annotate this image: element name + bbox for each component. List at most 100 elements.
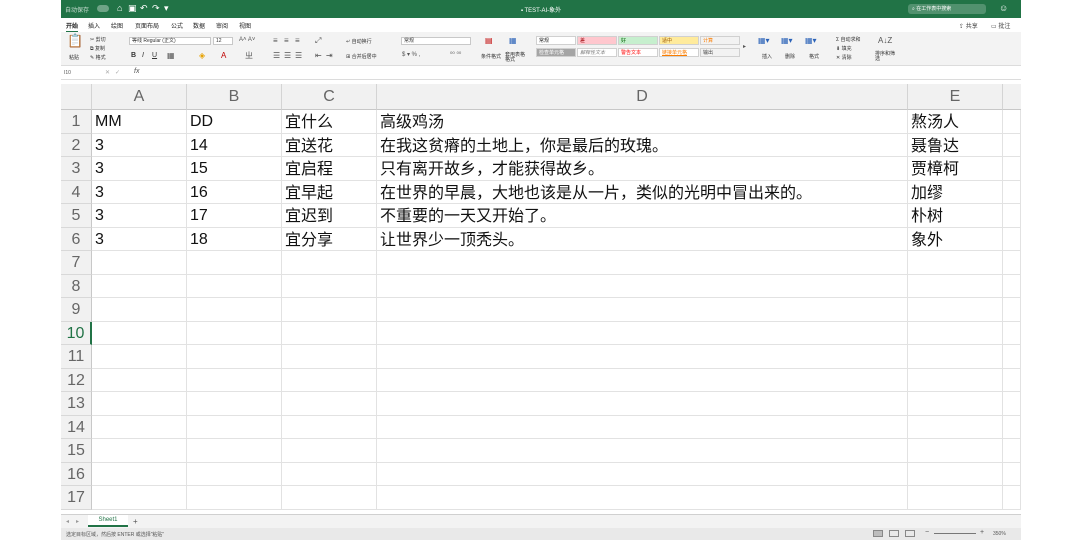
table-cell[interactable] — [282, 298, 377, 322]
tab-insert[interactable]: 插入 — [88, 21, 100, 30]
table-cell[interactable] — [908, 321, 1003, 345]
fill-color-icon[interactable]: ◈ — [199, 51, 205, 60]
cancel-icon[interactable]: ✕ — [105, 69, 110, 76]
table-cell[interactable]: 17 — [187, 204, 282, 228]
comments-button[interactable]: ▭ 批注 — [991, 21, 1010, 30]
style-bad[interactable]: 差 — [577, 36, 617, 45]
table-cell[interactable]: 宜迟到 — [282, 204, 377, 228]
tab-formulas[interactable]: 公式 — [171, 21, 183, 30]
table-cell[interactable] — [282, 486, 377, 510]
table-cell-overflow[interactable] — [1003, 345, 1021, 369]
table-cell[interactable] — [92, 486, 187, 510]
table-cell-overflow[interactable] — [1003, 415, 1021, 439]
table-cell[interactable] — [377, 298, 908, 322]
next-sheet-icon[interactable]: ▸ — [76, 518, 79, 525]
table-cell[interactable]: 不重要的一天又开始了。 — [377, 204, 908, 228]
table-cell[interactable] — [908, 345, 1003, 369]
column-header[interactable]: C — [282, 84, 377, 110]
row-header[interactable]: 9 — [61, 298, 92, 322]
zoom-slider[interactable] — [934, 533, 976, 534]
table-cell[interactable]: 3 — [92, 204, 187, 228]
paste-icon[interactable]: 📋 — [67, 34, 83, 47]
table-cell-overflow[interactable] — [1003, 298, 1021, 322]
table-cell[interactable] — [92, 368, 187, 392]
table-cell-overflow[interactable] — [1003, 227, 1021, 251]
table-cell[interactable] — [377, 345, 908, 369]
merge-center-button[interactable]: ⊞ 合并后居中 — [346, 53, 377, 60]
row-header[interactable]: 12 — [61, 368, 92, 392]
table-cell[interactable] — [282, 392, 377, 416]
grow-font-icon[interactable]: A˄ A˅ — [239, 36, 255, 45]
table-cell[interactable] — [282, 251, 377, 275]
table-cell[interactable] — [377, 439, 908, 463]
table-cell[interactable] — [908, 392, 1003, 416]
sort-filter-label[interactable]: 排序和筛选 — [875, 52, 895, 62]
row-header[interactable]: 16 — [61, 462, 92, 486]
row-header[interactable]: 5 — [61, 204, 92, 228]
table-cell[interactable] — [187, 415, 282, 439]
table-cell[interactable] — [377, 486, 908, 510]
style-explanatory[interactable]: 解释性文本 — [577, 48, 617, 57]
borders-icon[interactable]: ▦ — [167, 51, 175, 60]
wrap-text-button[interactable]: ↵ 自动换行 — [346, 38, 372, 45]
style-linked-cell[interactable]: 链接单元格 — [659, 48, 699, 57]
table-cell[interactable] — [187, 251, 282, 275]
row-header[interactable]: 13 — [61, 392, 92, 416]
zoom-out-icon[interactable]: − — [925, 529, 929, 536]
table-cell[interactable] — [92, 274, 187, 298]
table-cell[interactable] — [92, 345, 187, 369]
number-format-select[interactable]: 常规 — [401, 37, 471, 45]
table-cell[interactable]: 聂鲁达 — [908, 133, 1003, 157]
row-header[interactable]: 11 — [61, 345, 92, 369]
table-cell[interactable]: 宜启程 — [282, 157, 377, 181]
table-cell[interactable]: 贾樟柯 — [908, 157, 1003, 181]
table-cell[interactable]: 加缪 — [908, 180, 1003, 204]
underline-button[interactable]: U — [152, 52, 157, 59]
account-icon[interactable]: ☺ — [999, 3, 1008, 14]
search-field[interactable]: ⌕ 在工作表中搜索 — [908, 4, 986, 14]
table-cell[interactable] — [92, 298, 187, 322]
table-cell[interactable] — [282, 274, 377, 298]
align-middle-icon[interactable]: ≡ — [284, 36, 289, 45]
fill-button[interactable]: ⬇ 填充 — [836, 45, 852, 52]
table-cell[interactable] — [92, 251, 187, 275]
table-cell[interactable] — [187, 439, 282, 463]
table-cell[interactable]: 15 — [187, 157, 282, 181]
autosum-button[interactable]: Σ 自动求和 — [836, 36, 861, 43]
orientation-icon[interactable]: ⤢ — [315, 36, 321, 45]
table-format-icon[interactable]: ▦ — [509, 36, 517, 45]
format-as-table-label[interactable]: 套用表格格式 — [505, 53, 527, 63]
table-cell[interactable]: 14 — [187, 133, 282, 157]
style-calculation[interactable]: 计算 — [700, 36, 740, 45]
currency-percent-icon[interactable]: $ ▾ % , — [402, 51, 420, 60]
table-cell[interactable] — [908, 439, 1003, 463]
align-center-icon[interactable]: ☰ — [284, 51, 291, 60]
table-cell[interactable]: 16 — [187, 180, 282, 204]
select-all-corner[interactable] — [61, 84, 92, 110]
table-cell-overflow[interactable] — [1003, 204, 1021, 228]
font-size-select[interactable]: 12 — [213, 37, 233, 45]
table-cell-overflow[interactable] — [1003, 110, 1021, 134]
table-cell[interactable]: 熬汤人 — [908, 110, 1003, 134]
table-cell[interactable] — [908, 274, 1003, 298]
table-cell[interactable] — [908, 251, 1003, 275]
table-cell[interactable] — [908, 298, 1003, 322]
decimal-icon[interactable]: ⁰⁰ ⁰⁰ — [450, 51, 461, 60]
table-cell[interactable] — [377, 251, 908, 275]
insert-label[interactable]: 插入 — [762, 53, 772, 60]
table-cell[interactable] — [92, 462, 187, 486]
normal-view-icon[interactable] — [873, 530, 883, 537]
table-cell-overflow[interactable] — [1003, 180, 1021, 204]
indent-icon[interactable]: ⇤ — [315, 51, 322, 60]
column-header[interactable]: B — [187, 84, 282, 110]
row-header[interactable]: 17 — [61, 486, 92, 510]
tab-data[interactable]: 数据 — [193, 21, 205, 30]
table-cell-overflow[interactable] — [1003, 462, 1021, 486]
table-cell[interactable] — [377, 392, 908, 416]
table-cell[interactable]: 3 — [92, 180, 187, 204]
table-cell[interactable] — [92, 415, 187, 439]
outdent-icon[interactable]: ⇥ — [326, 51, 333, 60]
table-cell-overflow[interactable] — [1003, 439, 1021, 463]
column-header[interactable]: A — [92, 84, 187, 110]
confirm-icon[interactable]: ✓ — [115, 69, 120, 76]
